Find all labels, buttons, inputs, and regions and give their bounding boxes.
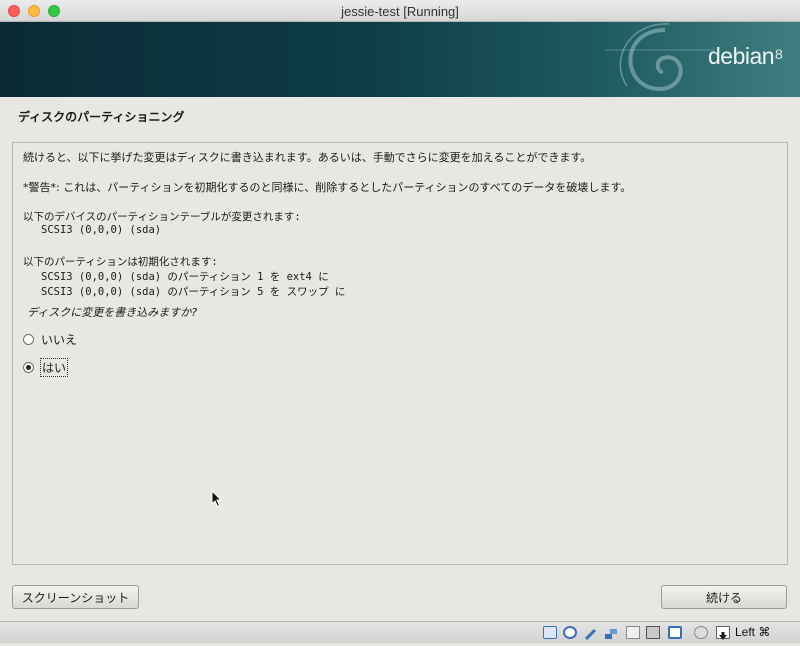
video-capture-icon[interactable] — [668, 626, 682, 639]
option-label: いいえ — [41, 333, 78, 347]
mouse-integration-icon[interactable] — [694, 626, 708, 639]
continue-button[interactable]: 続ける — [661, 585, 787, 609]
debian-wordmark: debian — [708, 43, 775, 69]
option-no[interactable]: いいえ — [23, 331, 77, 348]
debian-version: 8 — [775, 46, 783, 62]
radio-button[interactable] — [23, 362, 34, 373]
partitions-heading: 以下のパーティションは初期化されます: — [23, 256, 218, 268]
screenshot-button[interactable]: スクリーンショット — [12, 585, 139, 609]
hard-disk-icon[interactable] — [543, 626, 557, 639]
table-device: SCSI3 (0,0,0) (sda) — [41, 224, 162, 236]
optical-drive-icon[interactable] — [563, 626, 577, 639]
debian-swirl-logo — [605, 23, 715, 91]
question-text: ディスクに変更を書き込みますか? — [27, 306, 198, 319]
host-key-label: Left ⌘ — [735, 625, 771, 639]
mouse-pointer-icon — [211, 490, 223, 508]
display-icon[interactable] — [646, 626, 660, 639]
intro-text: 続けると、以下に挙げた変更はディスクに書き込まれます。あるいは、手動でさらに変更… — [23, 151, 592, 164]
partition-item: SCSI3 (0,0,0) (sda) のパーティション 5 を スワップ に — [41, 286, 346, 298]
radio-button[interactable] — [23, 334, 34, 345]
page-title: ディスクのパーティショニング — [18, 110, 185, 124]
content-panel: 続けると、以下に挙げた変更はディスクに書き込まれます。あるいは、手動でさらに変更… — [12, 142, 788, 565]
tables-heading: 以下のデバイスのパーティションテーブルが変更されます: — [23, 211, 301, 223]
shared-folder-icon[interactable] — [626, 626, 640, 639]
option-label: はい — [39, 358, 69, 377]
warning-text: *警告*: これは、パーティションを初期化するのと同様に、削除するとしたパーティ… — [23, 181, 632, 194]
window-titlebar: jessie-test [Running] — [0, 0, 800, 22]
network-icon[interactable] — [604, 626, 618, 639]
option-yes[interactable]: はい — [23, 358, 69, 377]
partition-item: SCSI3 (0,0,0) (sda) のパーティション 1 を ext4 に — [41, 271, 329, 283]
window-title: jessie-test [Running] — [341, 4, 459, 19]
debian-banner: debian 8 — [0, 22, 800, 97]
vm-status-bar: Left ⌘ — [0, 621, 800, 643]
usb-icon[interactable] — [584, 626, 598, 641]
host-key-arrow-icon — [716, 626, 730, 640]
